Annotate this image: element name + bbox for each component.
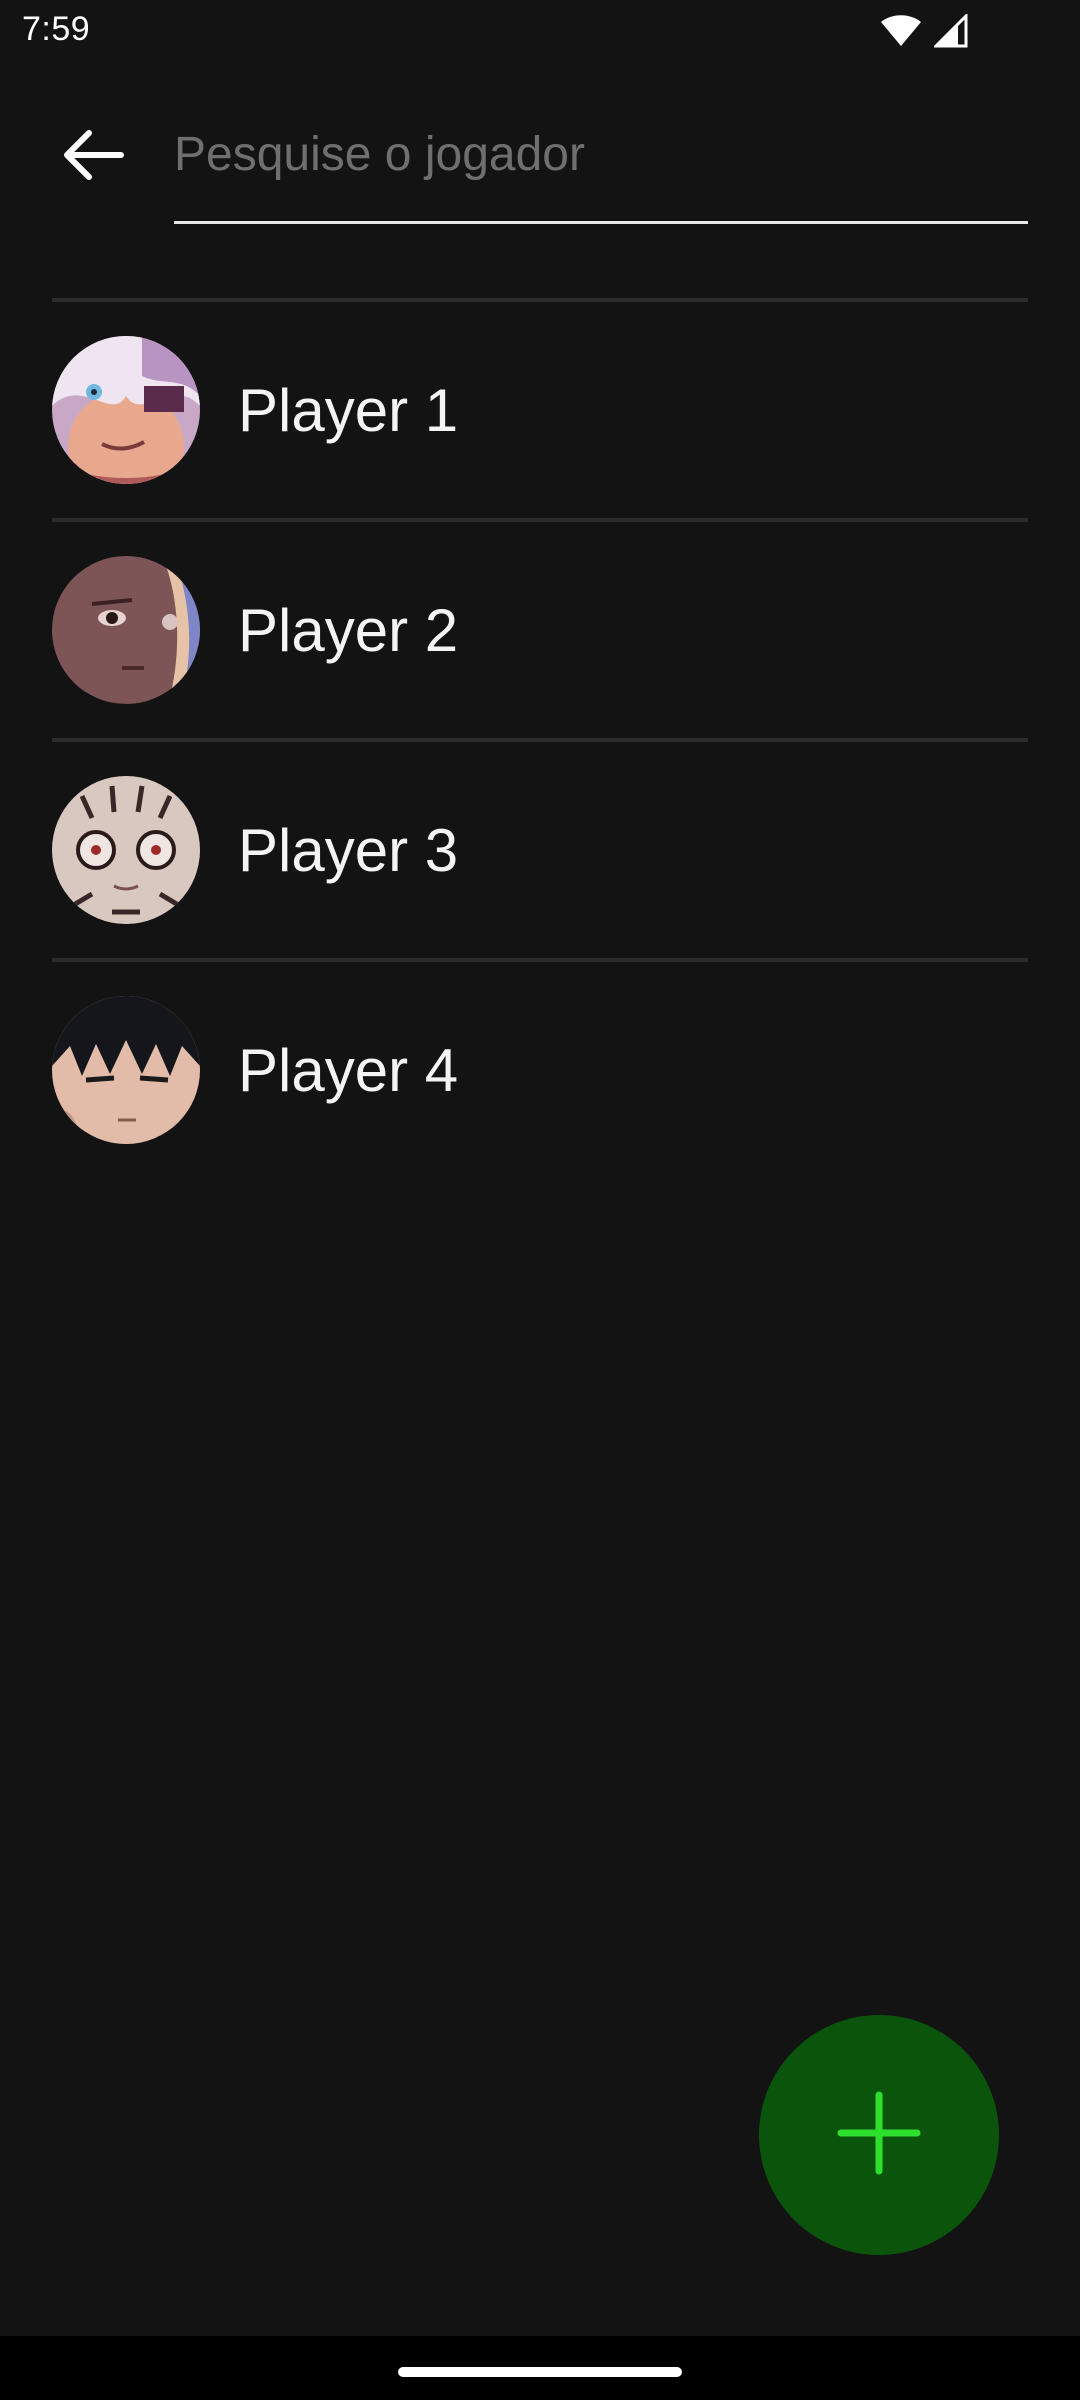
search-underline bbox=[174, 221, 1028, 224]
plus-icon bbox=[837, 2091, 921, 2180]
list-item-player-4[interactable]: Player 4 bbox=[52, 962, 1028, 1178]
player-avatar bbox=[52, 556, 200, 704]
add-player-button[interactable] bbox=[759, 2015, 999, 2255]
status-time: 7:59 bbox=[22, 10, 91, 48]
player-name: Player 3 bbox=[238, 816, 459, 884]
player-name: Player 2 bbox=[238, 596, 459, 664]
home-indicator[interactable] bbox=[398, 2367, 682, 2377]
player-list: Player 1 Player 2 Player 3 Player 4 bbox=[52, 298, 1028, 1178]
list-item-player-3[interactable]: Player 3 bbox=[52, 742, 1028, 958]
player-avatar bbox=[52, 776, 200, 924]
cell-signal-icon bbox=[934, 14, 968, 48]
list-item-player-1[interactable]: Player 1 bbox=[52, 302, 1028, 518]
navigation-bar bbox=[0, 2336, 1080, 2400]
player-name: Player 1 bbox=[238, 376, 459, 444]
status-icons bbox=[880, 14, 968, 48]
player-name: Player 4 bbox=[238, 1036, 459, 1104]
arrow-back-icon bbox=[59, 128, 125, 187]
search-header bbox=[0, 100, 1080, 230]
wifi-icon bbox=[880, 14, 922, 48]
player-avatar bbox=[52, 336, 200, 484]
list-item-player-2[interactable]: Player 2 bbox=[52, 522, 1028, 738]
player-avatar bbox=[52, 996, 200, 1144]
players-screen: 7:59 Pesquise o jogador Player 1 Player … bbox=[0, 0, 1080, 2400]
search-input[interactable] bbox=[174, 114, 1026, 194]
status-bar: 7:59 bbox=[0, 0, 1080, 60]
back-button[interactable] bbox=[52, 122, 132, 192]
